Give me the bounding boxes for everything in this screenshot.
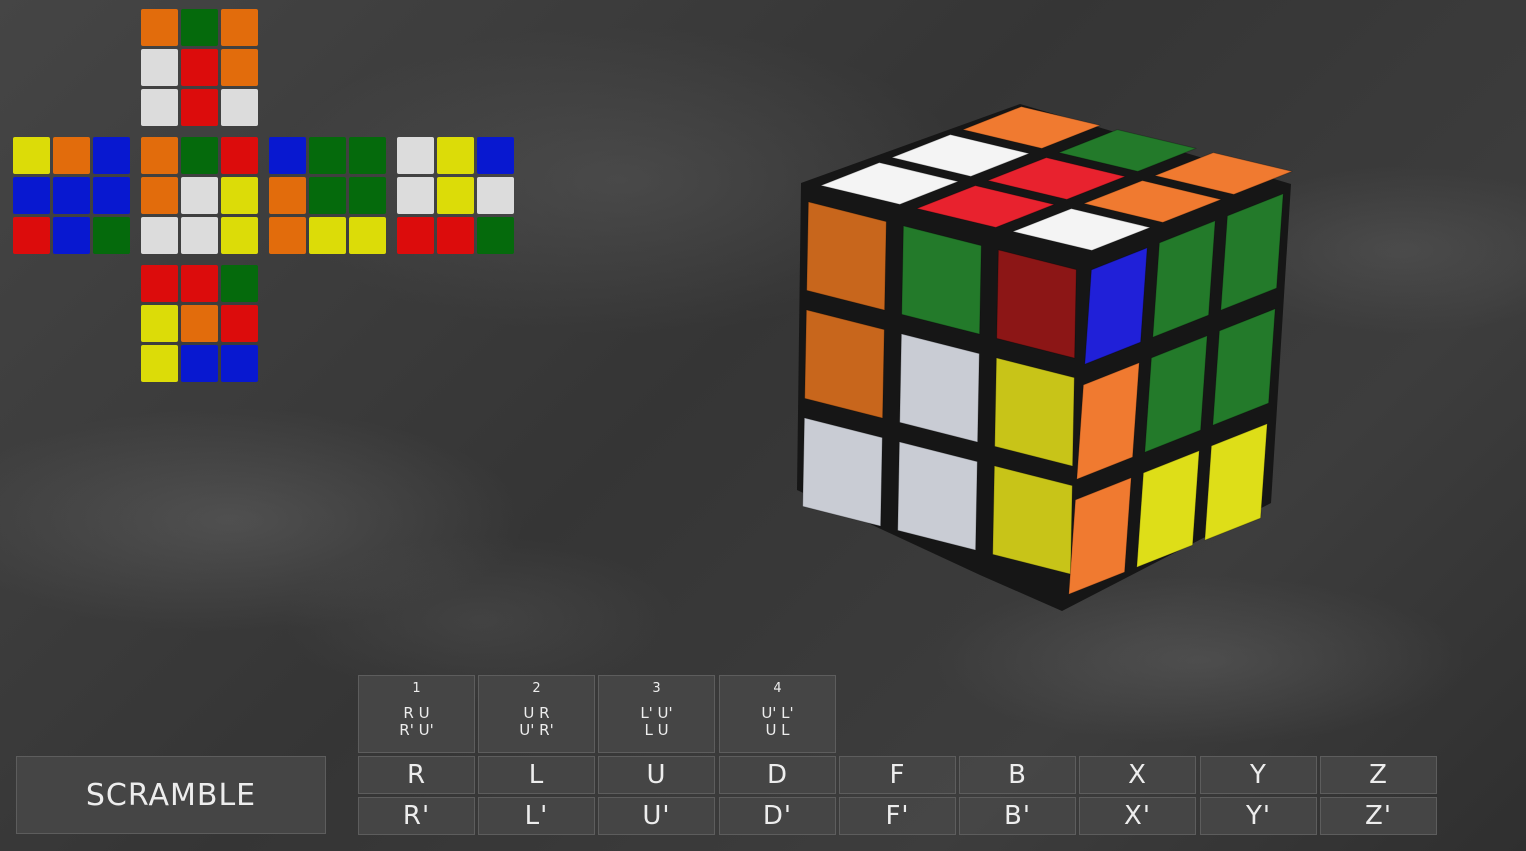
algorithm-line: R U [403,704,430,722]
scramble-button[interactable]: SCRAMBLE [16,756,326,834]
cube-front-sticker [806,201,887,311]
move-button-f[interactable]: F [839,756,956,794]
move-button-x-prime[interactable]: X' [1079,797,1196,835]
algorithm-button-4[interactable]: 4 U' L' U L [719,675,836,753]
algorithm-line: L' U' [640,704,673,722]
cube-front-sticker [897,441,978,551]
algorithm-line: U L [765,721,790,739]
algorithm-line: L U [644,721,669,739]
move-button-u[interactable]: U [598,756,715,794]
algorithm-number: 2 [532,681,541,696]
move-button-y[interactable]: Y [1200,756,1317,794]
cube-front-sticker [802,417,883,527]
move-button-b[interactable]: B [959,756,1076,794]
algorithm-line: U' L' [761,704,794,722]
move-button-l[interactable]: L [478,756,595,794]
cube-front-sticker [901,225,982,335]
move-button-x[interactable]: X [1079,756,1196,794]
move-button-z[interactable]: Z [1320,756,1437,794]
algorithm-number: 4 [773,681,782,696]
algorithm-button-3[interactable]: 3 L' U' L U [598,675,715,753]
cube-front-sticker [899,333,980,443]
algorithm-number: 1 [412,681,421,696]
cube-front-sticker [996,249,1077,359]
algorithm-line: U' R' [519,721,554,739]
move-button-u-prime[interactable]: U' [598,797,715,835]
move-button-y-prime[interactable]: Y' [1200,797,1317,835]
move-button-r[interactable]: R [358,756,475,794]
algorithm-number: 3 [652,681,661,696]
algorithm-line: U R [523,704,550,722]
move-button-d-prime[interactable]: D' [719,797,836,835]
algorithm-line: R' U' [399,721,434,739]
move-button-l-prime[interactable]: L' [478,797,595,835]
cube-front-sticker [992,465,1073,575]
cube-front-sticker [994,357,1075,467]
algorithm-button-2[interactable]: 2 U R U' R' [478,675,595,753]
move-button-r-prime[interactable]: R' [358,797,475,835]
move-button-b-prime[interactable]: B' [959,797,1076,835]
move-button-d[interactable]: D [719,756,836,794]
move-button-z-prime[interactable]: Z' [1320,797,1437,835]
cube-front-sticker [804,309,885,419]
algorithm-button-1[interactable]: 1 R U R' U' [358,675,475,753]
move-button-f-prime[interactable]: F' [839,797,956,835]
